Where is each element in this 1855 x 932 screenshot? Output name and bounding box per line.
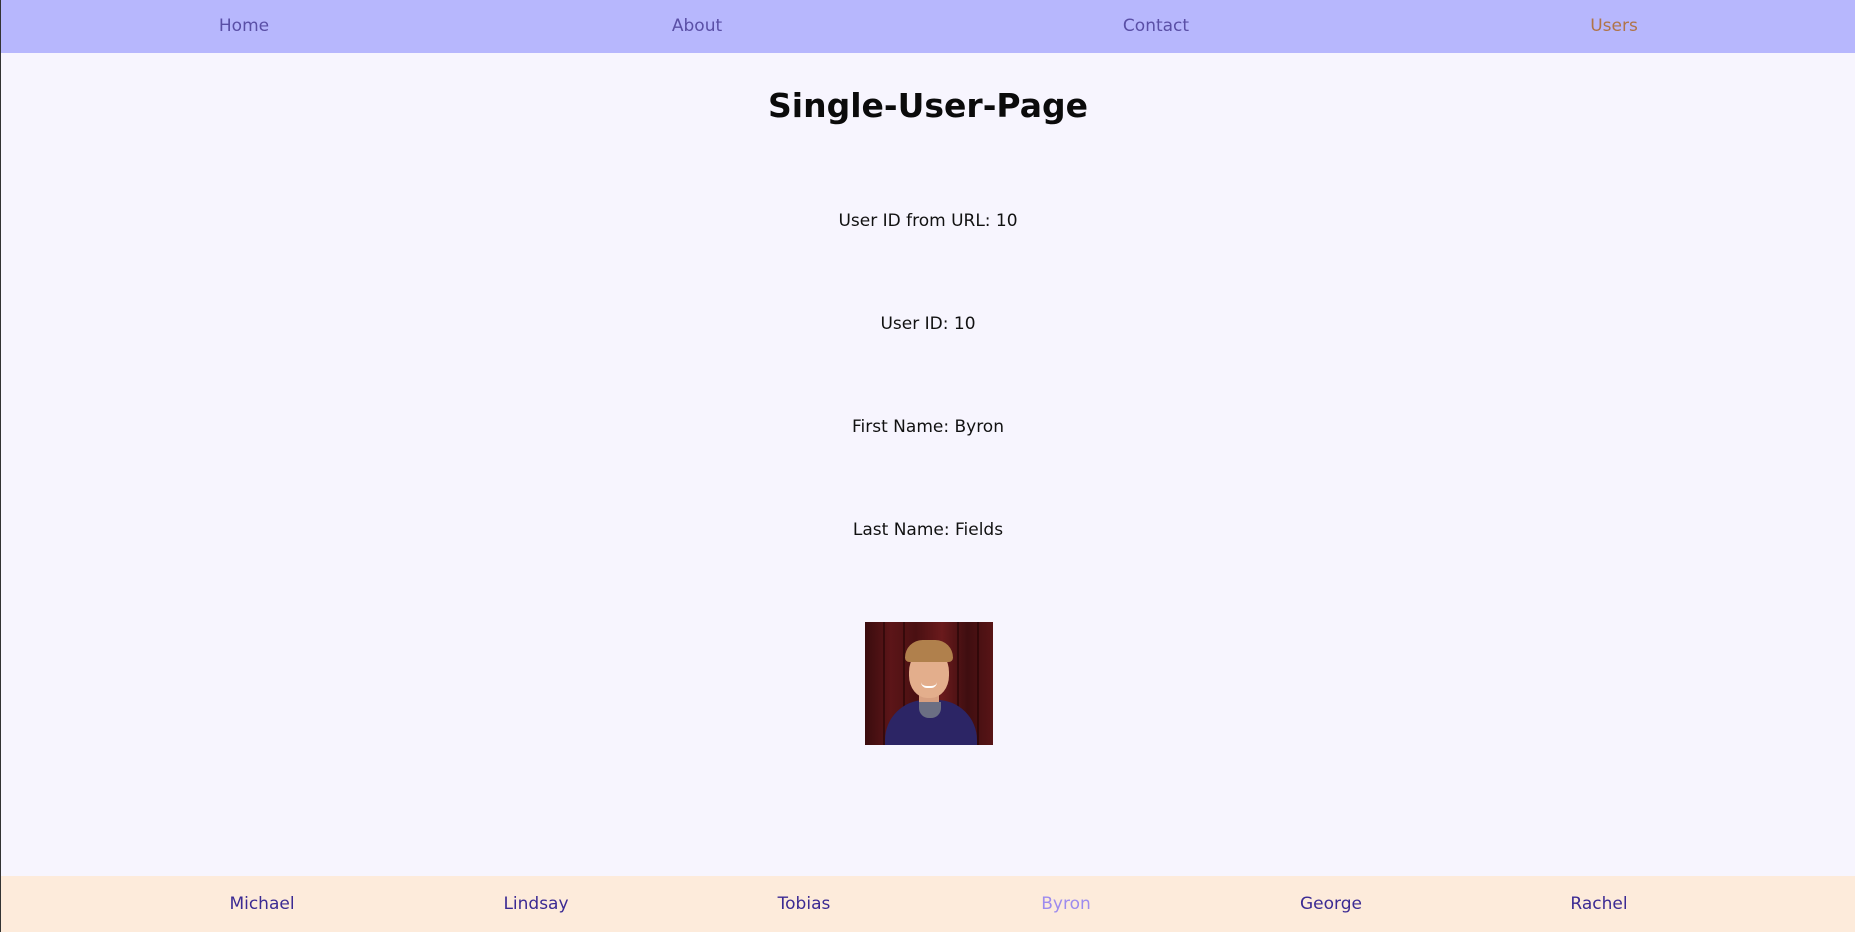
nav-link-home[interactable]: Home [219,0,269,53]
first-name: First Name: Byron [852,417,1004,437]
nav-link-about[interactable]: About [672,0,722,53]
user-navigation: Michael Lindsay Tobias Byron George Rach… [1,876,1855,932]
user-link-george[interactable]: George [1300,876,1362,932]
user-link-michael[interactable]: Michael [229,876,294,932]
nav-link-users[interactable]: Users [1590,0,1638,53]
user-photo [865,622,993,745]
top-navigation: Home About Contact Users [1,0,1855,53]
page-title: Single-User-Page [768,86,1088,125]
user-id: User ID: 10 [880,314,976,334]
user-link-byron[interactable]: Byron [1041,876,1091,932]
user-link-tobias[interactable]: Tobias [778,876,831,932]
photo-hair [905,640,953,662]
user-id-from-url: User ID from URL: 10 [838,211,1018,231]
nav-link-contact[interactable]: Contact [1123,0,1189,53]
last-name: Last Name: Fields [852,520,1004,540]
user-link-lindsay[interactable]: Lindsay [503,876,568,932]
user-link-rachel[interactable]: Rachel [1570,876,1627,932]
